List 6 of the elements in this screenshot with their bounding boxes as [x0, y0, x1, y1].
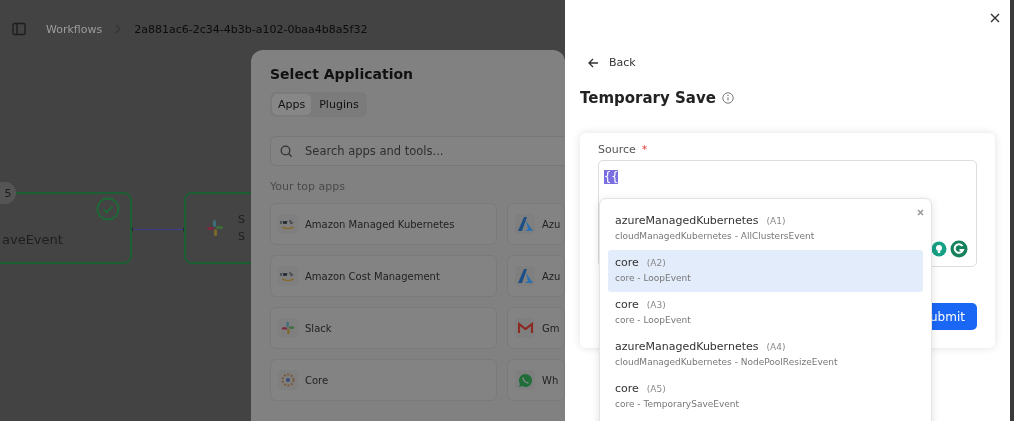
selected-text: {{ — [604, 170, 619, 184]
required-mark: * — [641, 143, 648, 156]
dialog-title: Select Application — [270, 66, 415, 82]
node-badge: 5 — [0, 182, 16, 204]
panel-title: Temporary Save — [580, 89, 716, 107]
field-label: Source — [598, 143, 636, 156]
